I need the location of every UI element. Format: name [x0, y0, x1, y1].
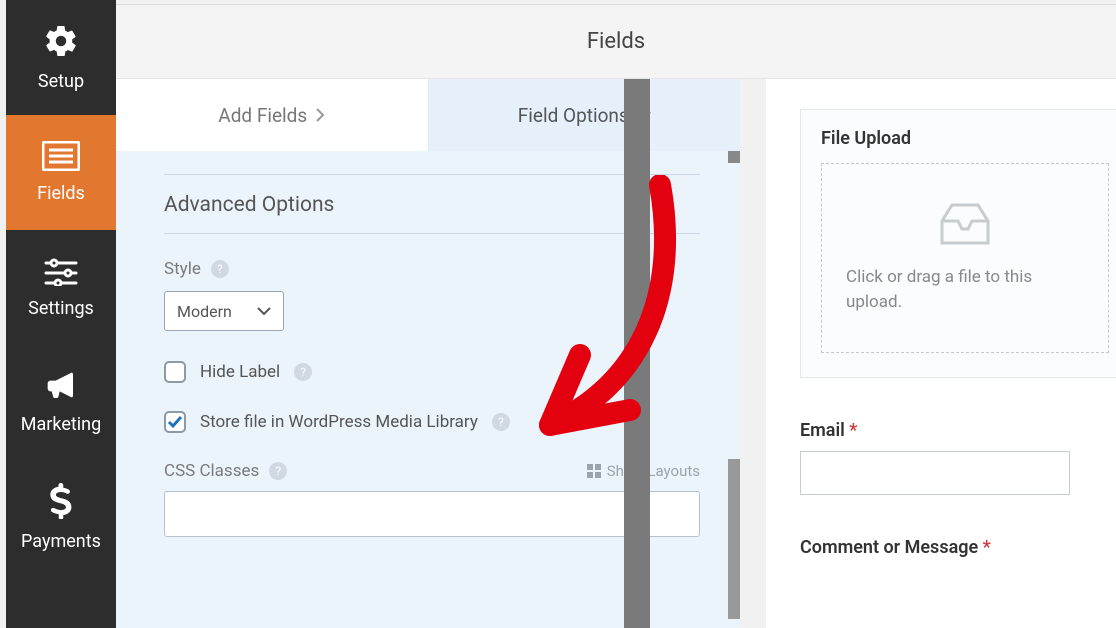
page-title: Fields [587, 29, 645, 54]
dropzone-hint: Click or drag a file to this upload. [846, 265, 1084, 316]
divider [164, 174, 700, 175]
divider [164, 233, 700, 234]
checkbox-label: Store file in WordPress Media Library [200, 412, 478, 432]
chevron-down-icon [257, 306, 271, 316]
checkbox-label: Hide Label [200, 362, 280, 382]
store-media-row: Store file in WordPress Media Library ? [164, 411, 700, 433]
inbox-icon [938, 201, 992, 247]
grid-icon [587, 464, 601, 478]
sidebar-label: Payments [21, 531, 101, 552]
help-icon[interactable]: ? [294, 363, 312, 381]
scrollbar[interactable] [728, 459, 740, 619]
style-label: Style ? [164, 259, 700, 279]
tab-label: Field Options [518, 104, 629, 127]
css-classes-label: CSS Classes ? [164, 461, 287, 481]
style-select[interactable]: Modern [164, 291, 284, 331]
sidebar-label: Marketing [21, 414, 101, 435]
gear-icon [43, 23, 79, 59]
sidebar: Setup Fields Settings Marketing Payments [6, 0, 116, 628]
select-value: Modern [177, 302, 232, 321]
field-label: Comment or Message * [800, 537, 1116, 558]
sliders-icon [43, 256, 79, 286]
hide-label-row: Hide Label ? [164, 361, 700, 383]
sidebar-item-settings[interactable]: Settings [6, 230, 116, 345]
css-classes-row: CSS Classes ? Show Layouts [164, 461, 700, 481]
hide-label-checkbox[interactable] [164, 361, 186, 383]
upload-dropzone[interactable]: Click or drag a file to this upload. [821, 163, 1109, 353]
section-title: Advanced Options [164, 193, 700, 217]
sidebar-item-marketing[interactable]: Marketing [6, 345, 116, 460]
sidebar-label: Settings [28, 298, 94, 319]
sidebar-item-fields[interactable]: Fields [6, 115, 116, 230]
css-classes-input[interactable] [164, 491, 700, 537]
comment-field-block[interactable]: Comment or Message * [800, 537, 1116, 558]
scroll-up-icon[interactable] [728, 151, 740, 163]
sidebar-item-setup[interactable]: Setup [6, 0, 116, 115]
list-icon [42, 141, 80, 171]
sidebar-label: Fields [37, 183, 85, 204]
chevron-right-icon [315, 108, 325, 122]
sidebar-item-payments[interactable]: Payments [6, 460, 116, 575]
tab-field-options[interactable]: Field Options [429, 79, 741, 151]
file-upload-field[interactable]: File Upload Click or drag a file to this… [800, 109, 1116, 378]
store-media-checkbox[interactable] [164, 411, 186, 433]
header: Fields [116, 4, 1116, 79]
dollar-icon [49, 483, 73, 519]
required-mark: * [978, 537, 991, 558]
help-icon[interactable]: ? [269, 462, 287, 480]
email-input[interactable] [800, 451, 1070, 495]
email-field-block[interactable]: Email * [800, 420, 1116, 495]
required-mark: * [845, 420, 858, 441]
field-label: Email * [800, 420, 1116, 441]
form-preview: File Upload Click or drag a file to this… [766, 79, 1116, 628]
tab-label: Add Fields [218, 104, 307, 127]
sidebar-label: Setup [38, 71, 84, 92]
help-icon[interactable]: ? [492, 413, 510, 431]
help-icon[interactable]: ? [211, 260, 229, 278]
field-title: File Upload [821, 128, 1109, 149]
bullhorn-icon [43, 370, 79, 402]
panel-resize-handle[interactable] [624, 79, 650, 628]
tab-add-fields[interactable]: Add Fields [116, 79, 429, 151]
advanced-options: Advanced Options Style ? Modern Hide Lab… [164, 174, 700, 537]
